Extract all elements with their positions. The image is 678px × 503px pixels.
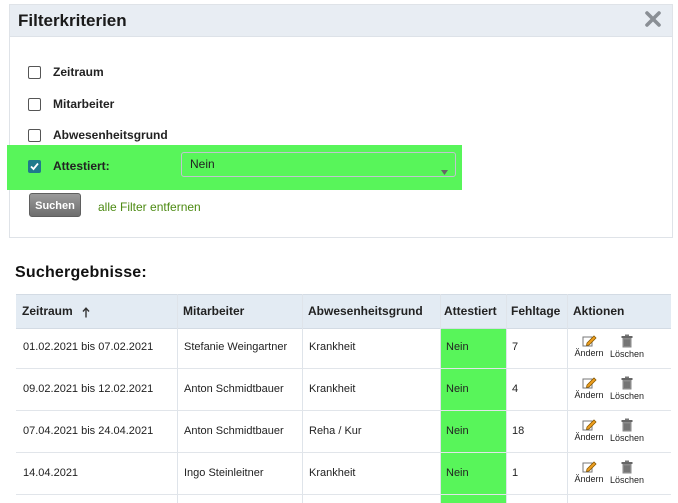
cell-zeitraum: 01.02.2021 bis 07.02.2021 [23,341,154,353]
col-header-attestiert[interactable]: Attestiert [444,304,497,318]
edit-button[interactable]: Ändern [572,418,606,448]
checkmark-icon [30,162,39,171]
delete-label: Löschen [610,475,645,485]
results-table: Zeitraum Mitarbeiter Abwesenheitsgrund A… [16,294,671,503]
cell-attestiert: Nein [446,425,469,437]
delete-button[interactable]: Löschen [610,418,644,448]
edit-label: Ändern [574,348,604,358]
table-row: 14.04.2021 Ingo Steinleitner Krankheit N… [16,453,671,495]
edit-icon [582,461,597,473]
col-header-abwesenheitsgrund[interactable]: Abwesenheitsgrund [308,304,423,318]
cell-mitarbeiter: Anton Schmidtbauer [184,425,284,437]
edit-label: Ändern [574,390,604,400]
cell-grund: Reha / Kur [309,425,362,437]
delete-button[interactable]: Löschen [610,460,644,490]
attestiert-select-value: Nein [190,157,215,171]
edit-label: Ändern [574,474,604,484]
chevron-down-icon [441,162,448,180]
zeitraum-label: Zeitraum [53,65,104,79]
edit-icon [582,335,597,347]
filter-title: Filterkriterien [18,11,127,30]
cell-fehltage: 7 [512,341,519,353]
col-header-aktionen: Aktionen [573,304,625,318]
trash-icon [621,334,633,348]
delete-label: Löschen [610,391,645,401]
cell-attestiert: Nein [446,341,469,353]
close-icon[interactable] [644,10,662,28]
attestiert-checkbox[interactable] [28,160,41,173]
edit-icon [582,377,597,389]
trash-icon [621,376,633,390]
arrow-up-icon[interactable] [82,305,90,323]
cell-attestiert: Nein [446,467,469,479]
cell-mitarbeiter: Ingo Steinleitner [184,467,264,479]
cell-fehltage: 4 [512,383,519,395]
cell-grund: Krankheit [309,341,356,353]
delete-button[interactable]: Löschen [610,334,644,364]
edit-button[interactable]: Ändern [572,376,606,406]
cell-zeitraum: 07.04.2021 bis 24.04.2021 [23,425,154,437]
attestiert-select[interactable]: Nein [181,152,456,177]
edit-button[interactable]: Ändern [572,460,606,490]
mitarbeiter-checkbox[interactable] [28,98,41,111]
edit-label: Ändern [574,432,604,442]
abwesenheitsgrund-checkbox[interactable] [28,129,41,142]
cell-grund: Krankheit [309,383,356,395]
trash-icon [621,460,633,474]
delete-button[interactable]: Löschen [610,376,644,406]
filter-header: Filterkriterien [10,5,672,37]
table-row: 09.02.2021 bis 12.02.2021 Anton Schmidtb… [16,369,671,411]
cell-mitarbeiter: Stefanie Weingartner [184,341,288,353]
table-row: 07.04.2021 bis 24.04.2021 Anton Schmidtb… [16,411,671,453]
cell-grund: Krankheit [309,467,356,479]
results-title: Suchergebnisse: [15,264,147,281]
delete-label: Löschen [610,349,645,359]
abwesenheitsgrund-label: Abwesenheitsgrund [53,128,168,142]
edit-icon [582,419,597,431]
col-header-zeitraum[interactable]: Zeitraum [22,304,73,318]
col-header-fehltage[interactable]: Fehltage [511,304,560,318]
attestiert-label: Attestiert: [53,159,110,173]
cell-fehltage: 18 [512,425,525,437]
trash-icon [621,418,633,432]
filter-panel: Filterkriterien Zeitraum Mitarbeiter Abw… [7,4,673,238]
cell-zeitraum: 14.04.2021 [23,467,79,479]
col-header-mitarbeiter[interactable]: Mitarbeiter [183,304,244,318]
clear-filters-link[interactable]: alle Filter entfernen [98,200,201,214]
cell-fehltage: 1 [512,467,519,479]
delete-label: Löschen [610,433,645,443]
zeitraum-checkbox[interactable] [28,66,41,79]
cell-mitarbeiter: Anton Schmidtbauer [184,383,284,395]
table-header: Zeitraum Mitarbeiter Abwesenheitsgrund A… [16,294,671,329]
mitarbeiter-label: Mitarbeiter [53,97,115,111]
cell-zeitraum: 09.02.2021 bis 12.02.2021 [23,383,154,395]
search-button[interactable]: Suchen [29,193,81,217]
table-row: 01.02.2021 bis 07.02.2021 Stefanie Weing… [16,327,671,369]
edit-button[interactable]: Ändern [572,334,606,364]
cell-attestiert: Nein [446,383,469,395]
